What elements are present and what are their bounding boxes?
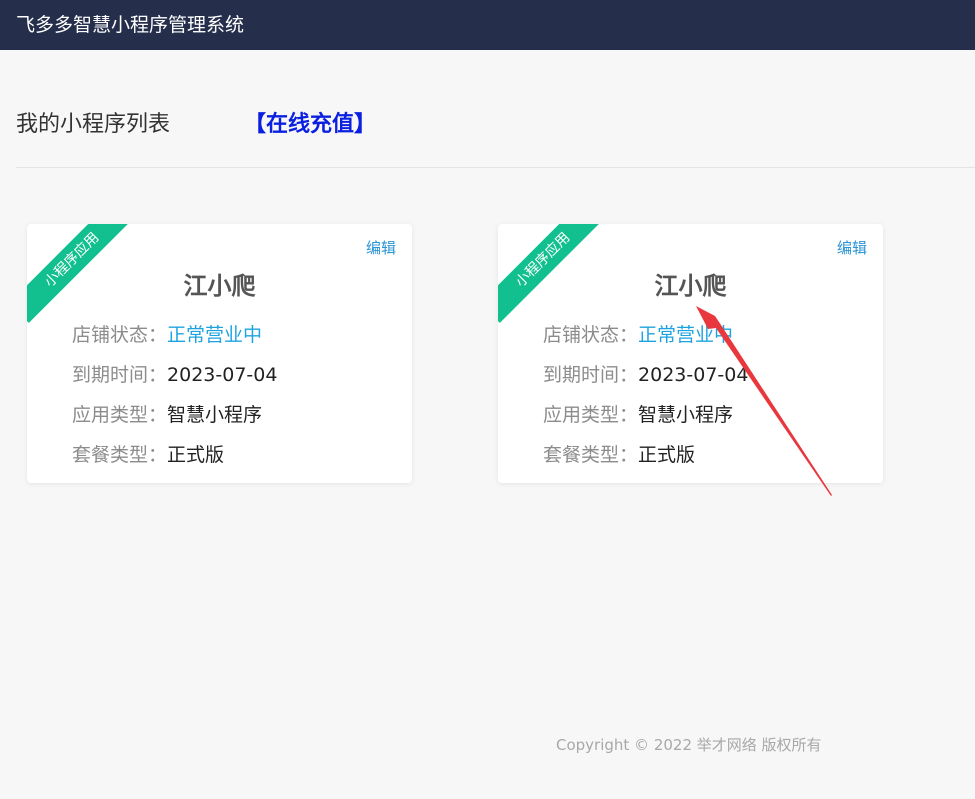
expire-label: 到期时间：	[72, 364, 168, 386]
footer-copyright: Copyright © 2022 举才网络 版权所有	[556, 736, 822, 754]
app-title: 飞多多智慧小程序管理系统	[16, 14, 245, 36]
page-title: 我的小程序列表	[16, 112, 171, 137]
expire-label: 到期时间：	[543, 364, 639, 386]
plan-row: 套餐类型：正式版	[72, 440, 224, 467]
online-recharge-link[interactable]: 【在线充值】	[244, 106, 376, 138]
plan-label: 套餐类型：	[72, 444, 168, 466]
app-type-label: 应用类型：	[543, 404, 639, 426]
app-type-label: 应用类型：	[72, 404, 168, 426]
status-row: 店铺状态：正常营业中	[72, 320, 262, 347]
plan-value: 正式版	[167, 444, 225, 466]
mini-program-card[interactable]: 小程序应用 编辑 江小爬 店铺状态：正常营业中 到期时间：2023-07-04 …	[498, 224, 883, 483]
expire-row: 到期时间：2023-07-04	[543, 360, 748, 387]
expire-value: 2023-07-04	[167, 364, 278, 386]
expire-value: 2023-07-04	[638, 364, 749, 386]
status-row: 店铺状态：正常营业中	[543, 320, 733, 347]
status-label: 店铺状态：	[72, 324, 168, 346]
app-type-row: 应用类型：智慧小程序	[543, 400, 733, 427]
status-label: 店铺状态：	[543, 324, 639, 346]
app-title-bar: 飞多多智慧小程序管理系统	[0, 0, 975, 50]
page-header: 我的小程序列表 【在线充值】	[16, 96, 975, 168]
plan-label: 套餐类型：	[543, 444, 639, 466]
card-title: 江小爬	[654, 272, 727, 300]
status-value: 正常营业中	[638, 324, 734, 346]
status-value: 正常营业中	[167, 324, 263, 346]
app-type-value: 智慧小程序	[167, 404, 263, 426]
plan-value: 正式版	[638, 444, 696, 466]
plan-row: 套餐类型：正式版	[543, 440, 695, 467]
app-type-value: 智慧小程序	[638, 404, 734, 426]
edit-button[interactable]: 编辑	[837, 237, 867, 258]
expire-row: 到期时间：2023-07-04	[72, 360, 277, 387]
card-title: 江小爬	[183, 272, 256, 300]
app-type-row: 应用类型：智慧小程序	[72, 400, 262, 427]
edit-button[interactable]: 编辑	[366, 237, 396, 258]
mini-program-card[interactable]: 小程序应用 编辑 江小爬 店铺状态：正常营业中 到期时间：2023-07-04 …	[27, 224, 412, 483]
